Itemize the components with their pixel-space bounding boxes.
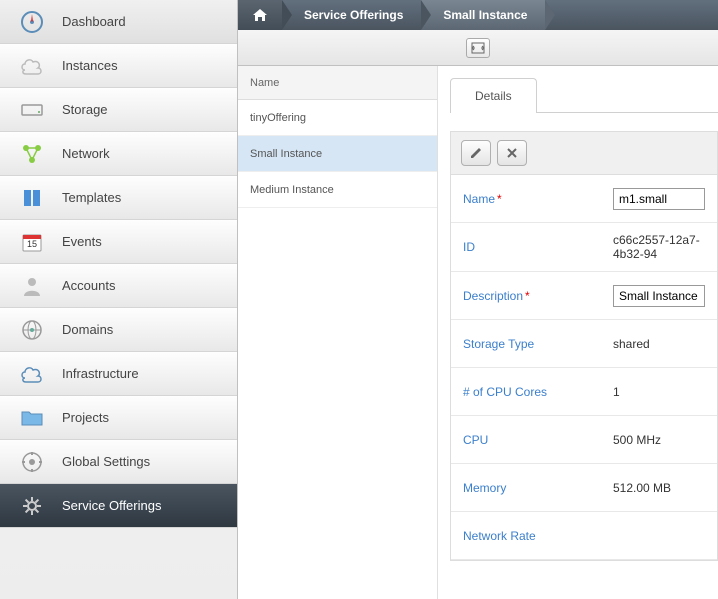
sidebar-item-storage[interactable]: Storage [0, 88, 237, 132]
sidebar-item-events[interactable]: 15 Events [0, 220, 237, 264]
sidebar-label: Instances [62, 58, 118, 73]
sidebar-item-templates[interactable]: Templates [0, 176, 237, 220]
toolbar [238, 30, 718, 66]
delete-button[interactable] [497, 140, 527, 166]
sidebar-item-network[interactable]: Network [0, 132, 237, 176]
detail-value: c66c2557-12a7-4b32-94 [613, 233, 705, 261]
close-icon [506, 147, 518, 159]
sidebar-item-instances[interactable]: Instances [0, 44, 237, 88]
sidebar-label: Projects [62, 410, 109, 425]
detail-row-description: Description* [451, 272, 717, 320]
sidebar-item-infrastructure[interactable]: Infrastructure [0, 352, 237, 396]
drive-icon [18, 96, 46, 124]
description-field[interactable] [613, 285, 705, 307]
sidebar-item-dashboard[interactable]: Dashboard [0, 0, 237, 44]
expand-icon [471, 42, 485, 54]
sidebar-label: Domains [62, 322, 113, 337]
detail-label: ID [463, 240, 613, 254]
tab-details[interactable]: Details [450, 78, 537, 113]
globe-icon [18, 316, 46, 344]
detail-label: CPU [463, 433, 613, 447]
detail-value: 1 [613, 385, 705, 399]
detail-row-memory: Memory 512.00 MB [451, 464, 717, 512]
offerings-list: Name tinyOffering Small Instance Medium … [238, 66, 438, 599]
breadcrumb: Service Offerings Small Instance [238, 0, 718, 30]
gear-globe-icon [18, 448, 46, 476]
pencil-icon [469, 146, 483, 160]
expand-collapse-button[interactable] [466, 38, 490, 58]
details-panel: Details Name* ID [438, 66, 718, 599]
main-area: Service Offerings Small Instance Name ti… [238, 0, 718, 599]
detail-label: # of CPU Cores [463, 385, 613, 399]
list-row[interactable]: Small Instance [238, 136, 437, 172]
detail-row-storage-type: Storage Type shared [451, 320, 717, 368]
detail-label: Description* [463, 289, 613, 303]
detail-row-cpu: CPU 500 MHz [451, 416, 717, 464]
name-field[interactable] [613, 188, 705, 210]
list-row[interactable]: tinyOffering [238, 100, 437, 136]
sidebar-label: Network [62, 146, 110, 161]
list-header-name: Name [238, 66, 437, 100]
gear-icon [18, 492, 46, 520]
sidebar-label: Storage [62, 102, 108, 117]
detail-row-id: ID c66c2557-12a7-4b32-94 [451, 223, 717, 272]
detail-value: shared [613, 337, 705, 351]
sidebar-label: Global Settings [62, 454, 150, 469]
sidebar-item-projects[interactable]: Projects [0, 396, 237, 440]
detail-label: Storage Type [463, 337, 613, 351]
cloud-infra-icon [18, 360, 46, 388]
sidebar-label: Accounts [62, 278, 115, 293]
edit-button[interactable] [461, 140, 491, 166]
network-icon [18, 140, 46, 168]
svg-text:15: 15 [27, 239, 37, 249]
detail-label: Network Rate [463, 529, 613, 543]
sidebar-label: Templates [62, 190, 121, 205]
details-table: Name* ID c66c2557-12a7-4b32-94 Descripti… [450, 174, 718, 561]
detail-row-name: Name* [451, 175, 717, 223]
user-icon [18, 272, 46, 300]
sidebar-item-service-offerings[interactable]: Service Offerings [0, 484, 237, 528]
detail-row-network-rate: Network Rate [451, 512, 717, 560]
sidebar-item-accounts[interactable]: Accounts [0, 264, 237, 308]
breadcrumb-item[interactable]: Service Offerings [282, 0, 421, 30]
sidebar-label: Service Offerings [62, 498, 161, 513]
list-row[interactable]: Medium Instance [238, 172, 437, 208]
folder-icon [18, 404, 46, 432]
tabs: Details [450, 78, 718, 113]
sidebar-label: Dashboard [62, 14, 126, 29]
cloud-icon [18, 52, 46, 80]
detail-label: Name* [463, 192, 613, 206]
detail-row-cpu-cores: # of CPU Cores 1 [451, 368, 717, 416]
detail-value: 512.00 MB [613, 481, 705, 495]
breadcrumb-item-current[interactable]: Small Instance [421, 0, 545, 30]
sidebar-label: Events [62, 234, 102, 249]
template-icon [18, 184, 46, 212]
detail-label: Memory [463, 481, 613, 495]
content-area: Name tinyOffering Small Instance Medium … [238, 66, 718, 599]
breadcrumb-home[interactable] [238, 0, 282, 30]
sidebar-item-domains[interactable]: Domains [0, 308, 237, 352]
home-icon [252, 8, 268, 22]
sidebar-item-global-settings[interactable]: Global Settings [0, 440, 237, 484]
sidebar-label: Infrastructure [62, 366, 139, 381]
detail-value: 500 MHz [613, 433, 705, 447]
sidebar: Dashboard Instances Storage Network Temp… [0, 0, 238, 599]
compass-icon [18, 8, 46, 36]
calendar-icon: 15 [18, 228, 46, 256]
action-bar [450, 131, 718, 174]
